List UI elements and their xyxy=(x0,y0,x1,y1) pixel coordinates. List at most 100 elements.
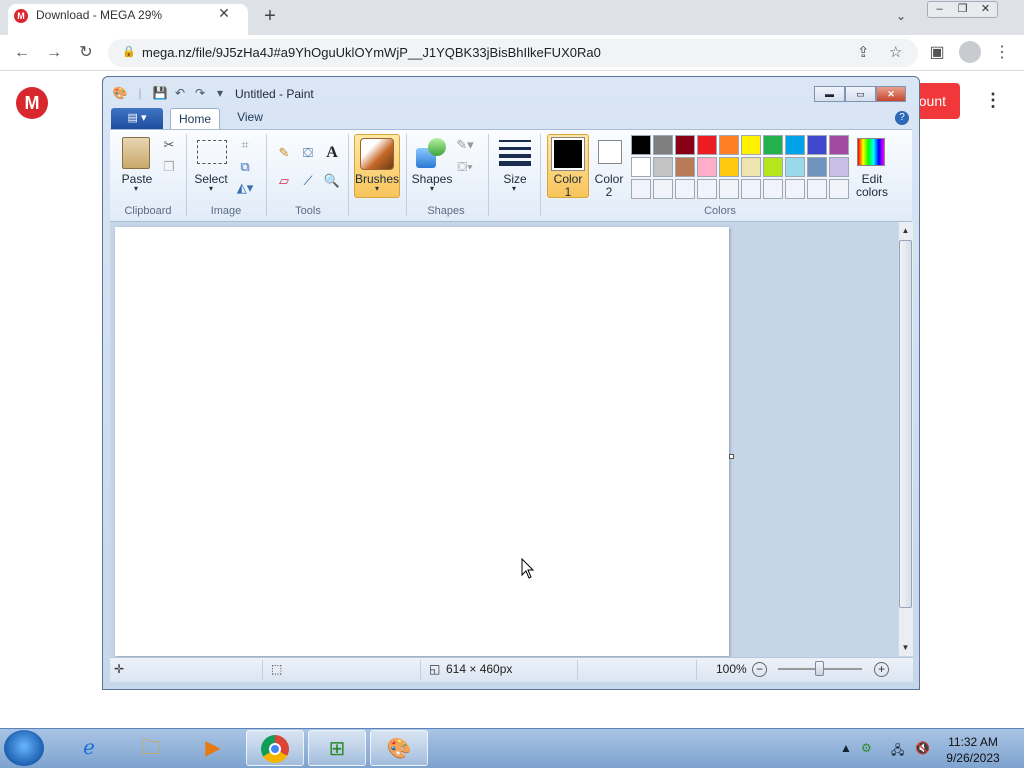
palette-swatch[interactable] xyxy=(719,179,739,199)
system-clock[interactable]: 11:32 AM 9/26/2023 xyxy=(940,734,1006,766)
palette-swatch[interactable] xyxy=(807,179,827,199)
mega-logo[interactable]: M xyxy=(16,87,48,119)
url-text[interactable]: mega.nz/file/9J5zHa4J#a9YhOguUklOYmWjP__… xyxy=(142,45,601,60)
palette-swatch[interactable] xyxy=(653,179,673,199)
palette-swatch[interactable] xyxy=(807,135,827,155)
palette-swatch[interactable] xyxy=(763,179,783,199)
palette-swatch[interactable] xyxy=(675,135,695,155)
profile-avatar[interactable] xyxy=(959,41,981,63)
network-icon[interactable]: 🖧 xyxy=(891,741,904,762)
tab-close-icon[interactable]: ✕ xyxy=(215,5,233,22)
volume-icon[interactable]: 🔇 xyxy=(915,741,930,755)
magnifier-icon[interactable]: 🔍 xyxy=(322,172,342,190)
shape-fill-icon[interactable]: ⛋▾ xyxy=(455,158,475,176)
shapes-dropdown-icon[interactable]: ▾ xyxy=(426,184,438,193)
media-player-icon[interactable]: ▶ xyxy=(184,730,242,766)
start-button[interactable] xyxy=(4,730,44,766)
rotate-icon[interactable]: ◭▾ xyxy=(235,179,255,197)
bookmark-star-icon[interactable]: ☆ xyxy=(889,43,902,61)
palette-swatch[interactable] xyxy=(741,179,761,199)
share-icon[interactable]: ⇪ xyxy=(857,43,870,61)
scroll-up-icon[interactable]: ▲ xyxy=(898,226,913,235)
windows-app-icon[interactable]: ⊞ xyxy=(308,730,366,766)
zoom-in-icon[interactable]: + xyxy=(874,662,889,677)
show-hidden-icons-icon[interactable]: ▲ xyxy=(840,741,852,755)
palette-swatch[interactable] xyxy=(631,135,651,155)
palette-swatch[interactable] xyxy=(829,179,849,199)
paste-icon[interactable] xyxy=(122,137,150,169)
edit-colors-icon[interactable] xyxy=(857,138,885,166)
palette-swatch[interactable] xyxy=(697,157,717,177)
minimize-button[interactable]: – xyxy=(928,2,951,17)
chrome-icon[interactable] xyxy=(246,730,304,766)
palette-swatch[interactable] xyxy=(719,135,739,155)
tab-home[interactable]: Home xyxy=(170,108,220,130)
tab-view[interactable]: View xyxy=(230,110,270,124)
palette-swatch[interactable] xyxy=(829,157,849,177)
tab-search-chevron-icon[interactable]: ⌄ xyxy=(896,9,906,23)
text-icon[interactable]: A xyxy=(322,144,342,162)
size-dropdown-icon[interactable]: ▾ xyxy=(508,184,520,193)
color2-button[interactable] xyxy=(598,140,622,164)
undo-icon[interactable]: ↶ xyxy=(172,86,188,100)
save-icon[interactable]: 💾 xyxy=(152,86,168,100)
canvas-resize-handle[interactable] xyxy=(729,454,734,459)
crop-icon[interactable]: ⌗ xyxy=(235,136,255,154)
resize-icon[interactable]: ⧉ xyxy=(235,158,255,176)
paste-dropdown-icon[interactable]: ▾ xyxy=(130,184,142,193)
create-account-button[interactable]: ount xyxy=(916,83,960,119)
select-dropdown-icon[interactable]: ▾ xyxy=(205,184,217,193)
color2-label[interactable]: Color xyxy=(590,172,628,186)
drawing-canvas[interactable] xyxy=(115,227,729,656)
fill-icon[interactable]: ⛋ xyxy=(298,144,318,162)
help-icon[interactable]: ? xyxy=(895,111,909,125)
restore-button[interactable]: ❐ xyxy=(951,2,974,17)
select-icon[interactable] xyxy=(197,140,227,164)
forward-icon[interactable]: → xyxy=(43,42,65,64)
outline-icon[interactable]: ✎▾ xyxy=(455,136,475,154)
shapes-icon[interactable] xyxy=(416,138,448,168)
cut-icon[interactable]: ✂ xyxy=(159,136,179,154)
pencil-icon[interactable]: ✎ xyxy=(274,144,294,162)
color-picker-icon[interactable]: ⟋ xyxy=(298,172,318,190)
redo-icon[interactable]: ↷ xyxy=(192,86,208,100)
copy-icon[interactable]: ❐ xyxy=(159,158,179,176)
paint-close-button[interactable]: ✕ xyxy=(876,86,906,102)
palette-swatch[interactable] xyxy=(697,179,717,199)
palette-swatch[interactable] xyxy=(763,157,783,177)
eraser-icon[interactable]: ▱ xyxy=(274,172,294,190)
palette-swatch[interactable] xyxy=(631,157,651,177)
file-explorer-icon[interactable]: 🗀 xyxy=(122,730,180,766)
color2-number[interactable]: 2 xyxy=(590,185,628,199)
palette-swatch[interactable] xyxy=(631,179,651,199)
palette-swatch[interactable] xyxy=(807,157,827,177)
palette-swatch[interactable] xyxy=(829,135,849,155)
scroll-down-icon[interactable]: ▼ xyxy=(898,643,913,652)
side-panel-icon[interactable]: ▣ xyxy=(926,42,948,62)
close-button[interactable]: ✕ xyxy=(974,2,997,17)
mega-menu-icon[interactable]: ⋮ xyxy=(984,90,1002,111)
lock-icon[interactable]: 🔒 xyxy=(122,45,136,58)
edit-colors-label-2[interactable]: colors xyxy=(851,185,893,199)
chrome-menu-icon[interactable]: ⋮ xyxy=(991,42,1013,62)
internet-explorer-icon[interactable]: ℯ xyxy=(60,730,118,766)
palette-swatch[interactable] xyxy=(763,135,783,155)
palette-swatch[interactable] xyxy=(675,157,695,177)
palette-swatch[interactable] xyxy=(785,179,805,199)
edit-colors-label[interactable]: Edit xyxy=(851,172,893,186)
paint-file-menu-button[interactable]: ▤ ▾ xyxy=(111,108,163,129)
palette-swatch[interactable] xyxy=(653,157,673,177)
qat-customize-icon[interactable]: ▾ xyxy=(212,86,228,100)
tray-app-icon[interactable]: ⚙ xyxy=(861,741,872,755)
zoom-out-icon[interactable]: − xyxy=(752,662,767,677)
palette-swatch[interactable] xyxy=(741,135,761,155)
palette-swatch[interactable] xyxy=(785,135,805,155)
paint-app-icon[interactable]: 🎨 xyxy=(112,86,128,100)
scrollbar-thumb[interactable] xyxy=(899,240,912,608)
paint-minimize-button[interactable]: ▬ xyxy=(814,86,845,102)
new-tab-button[interactable]: + xyxy=(260,5,280,27)
paint-maximize-button[interactable]: ▭ xyxy=(845,86,876,102)
palette-swatch[interactable] xyxy=(785,157,805,177)
palette-swatch[interactable] xyxy=(741,157,761,177)
back-icon[interactable]: ← xyxy=(11,42,33,64)
